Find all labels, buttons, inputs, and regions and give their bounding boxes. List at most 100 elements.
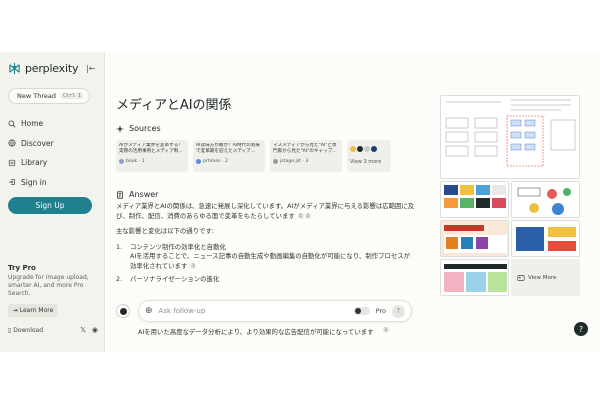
- list-item: 2. パーソナライゼーションの進化: [116, 275, 416, 285]
- signin-icon: [8, 179, 15, 186]
- citation[interactable]: 1: [297, 212, 304, 219]
- image-row: View More: [440, 259, 580, 296]
- favicon-icon: [371, 146, 377, 152]
- follow-up-input[interactable]: Ask follow-up: [159, 307, 348, 315]
- sidebar-item-label: Discover: [21, 138, 54, 148]
- source-card[interactable]: マスメディアから見た"AI"と専門家から見た"AI"のギャップ... jstag…: [270, 140, 342, 172]
- list-item-title: コンテンツ制作の効率化と自動化: [130, 242, 226, 251]
- new-thread-button[interactable]: New Thread Ctrl I: [8, 88, 90, 104]
- image-thumbnail: [444, 185, 506, 208]
- learn-more-button[interactable]: ⇥ Learn More: [8, 304, 58, 317]
- answer-continuation-text: AIを用いた高度なデータ分析により、より効果的な広告配信が可能になっています: [138, 328, 374, 336]
- sidebar: perplexity |← New Thread Ctrl I Home Dis…: [0, 52, 105, 352]
- answer-body: メディア業界とAIの関係は、急速に発展し深化しています。AIがメディア業界に与え…: [116, 202, 416, 289]
- favicon-icon: [196, 159, 201, 164]
- source-site: prtimes · 2: [203, 159, 228, 164]
- pro-label: Pro: [375, 307, 386, 315]
- favicon-icon: [119, 159, 124, 164]
- sidebar-item-signin[interactable]: Sign in: [8, 173, 54, 193]
- image-row: [440, 220, 580, 257]
- globe-icon: [8, 139, 16, 147]
- source-meta: jstage.jst · 3: [273, 159, 339, 164]
- sources-icon: [116, 124, 124, 133]
- new-thread-label: New Thread: [17, 92, 56, 100]
- image-thumbnail: [441, 221, 508, 256]
- answer-intro: メディア業界とAIの関係は、急速に発展し深化しています。AIがメディア業界に与え…: [116, 202, 416, 221]
- try-pro-description: Upgrade for image upload, smarter AI, an…: [8, 274, 89, 297]
- changes-intro: 主な影響と変化は以下の通りです:: [116, 227, 215, 235]
- sidebar-item-discover[interactable]: Discover: [8, 134, 54, 154]
- pro-toggle[interactable]: [353, 307, 370, 315]
- list-item: 1. コンテンツ制作の効率化と自動化 AIを活用することで、ニュース記事の自動生…: [116, 243, 416, 272]
- view-more-sources[interactable]: View 3 more: [347, 140, 391, 172]
- sidebar-item-home[interactable]: Home: [8, 114, 54, 134]
- image-result[interactable]: [511, 220, 580, 257]
- source-card[interactable]: AIがメディア業界を変革する！実際の活用事例とメディア制... book · 1: [116, 140, 188, 172]
- images-icon: [517, 274, 525, 281]
- source-title: マスメディアから見た"AI"と専門家から見た"AI"のギャップ...: [273, 143, 337, 154]
- answer-heading-text: Answer: [129, 190, 159, 199]
- image-result[interactable]: [440, 181, 509, 218]
- list-number: 1.: [116, 242, 123, 251]
- try-pro-title: Try Pro: [8, 264, 36, 272]
- sidebar-footer: ▯ Download 𝕏 ◉: [8, 326, 98, 334]
- favicon-icon: [350, 146, 356, 152]
- favicon-icon: [357, 146, 363, 152]
- top-margin: [0, 0, 600, 52]
- record-button[interactable]: [116, 304, 130, 318]
- list-item-title: パーソナライゼーションの進化: [130, 275, 220, 283]
- social-links: 𝕏 ◉: [80, 326, 98, 334]
- favicon-icon: [364, 146, 370, 152]
- image-result[interactable]: [440, 259, 509, 296]
- arrow-right-icon: ⇥: [12, 307, 18, 314]
- image-results: View More: [440, 95, 580, 296]
- sidebar-item-label: Library: [21, 158, 48, 168]
- page-title: メディアとAIの関係: [116, 98, 232, 113]
- list-item-desc-text: AIを活用することで、ニュース記事の自動生成や動画編集の自動化が可能になり、制作…: [130, 252, 411, 270]
- image-thumbnail: [517, 187, 571, 215]
- try-pro-panel: Try Pro Upgrade for image upload, smarte…: [8, 264, 98, 298]
- follow-up-bar: ⊕ Ask follow-up Pro ↑: [138, 300, 412, 322]
- search-icon: [8, 120, 16, 128]
- app-window: perplexity |← New Thread Ctrl I Home Dis…: [0, 0, 600, 400]
- sidebar-item-label: Sign in: [21, 177, 47, 187]
- bottom-margin: [0, 370, 600, 400]
- image-result[interactable]: [440, 220, 509, 257]
- source-card[interactable]: AIは味方か敵か？AI時代の到来で変革期を迎えたメディア... prtimes …: [193, 140, 265, 172]
- sidebar-nav: Home Discover Library Sign in: [8, 114, 54, 192]
- image-result[interactable]: [511, 181, 580, 218]
- collapse-sidebar-icon[interactable]: |←: [86, 64, 96, 74]
- download-link[interactable]: ▯ Download: [8, 327, 43, 334]
- image-thumbnail: [512, 221, 579, 256]
- source-title: AIは味方か敵か？AI時代の到来で変革期を迎えたメディア...: [196, 143, 261, 154]
- view-more-images-label: View More: [528, 274, 557, 281]
- logo[interactable]: perplexity: [8, 62, 78, 75]
- send-button[interactable]: ↑: [392, 304, 405, 318]
- citation[interactable]: 3: [382, 327, 389, 333]
- sources-heading-text: Sources: [129, 124, 161, 133]
- source-favicons: [350, 143, 388, 155]
- view-more-images[interactable]: View More: [511, 259, 580, 296]
- sign-up-button[interactable]: Sign Up: [8, 197, 92, 214]
- x-icon[interactable]: 𝕏: [80, 326, 86, 334]
- sources-heading: Sources: [116, 124, 161, 133]
- list-item-desc: AIを活用することで、ニュース記事の自動生成や動画編集の自動化が可能になり、制作…: [130, 252, 416, 271]
- plus-icon[interactable]: ⊕: [145, 306, 153, 316]
- shortcut-hint: Ctrl I: [60, 93, 84, 99]
- image-result[interactable]: [440, 95, 580, 179]
- discord-icon[interactable]: ◉: [92, 326, 98, 334]
- sidebar-item-library[interactable]: Library: [8, 153, 54, 173]
- download-label: Download: [13, 326, 44, 334]
- citation[interactable]: 2: [304, 212, 311, 219]
- learn-more-label: Learn More: [19, 307, 54, 314]
- source-site: jstage.jst · 3: [280, 159, 309, 164]
- citation[interactable]: 1: [190, 262, 197, 269]
- answer-intro-text: メディア業界とAIの関係は、急速に発展し深化しています。AIがメディア業界に与え…: [116, 202, 415, 220]
- perplexity-logo-icon: [9, 62, 20, 75]
- help-button[interactable]: ?: [574, 322, 588, 336]
- favicon-icon: [273, 159, 278, 164]
- image-row: [440, 181, 580, 218]
- source-meta: prtimes · 2: [196, 159, 262, 164]
- sources-list: AIがメディア業界を変革する！実際の活用事例とメディア制... book · 1…: [116, 140, 391, 172]
- library-icon: [8, 159, 16, 166]
